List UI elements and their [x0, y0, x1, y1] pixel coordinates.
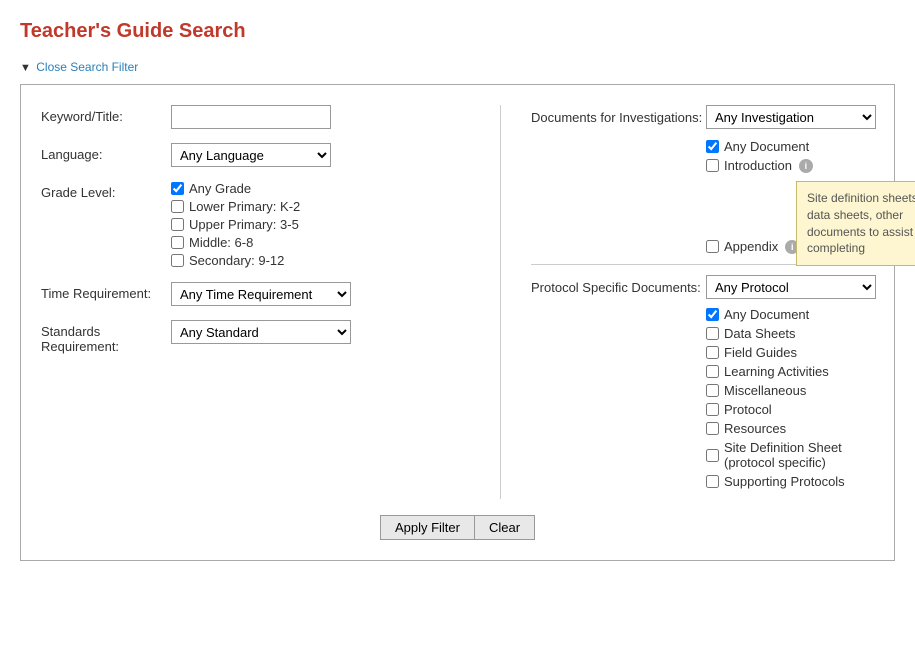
- grade-any-text: Any Grade: [189, 181, 251, 196]
- tooltip-text: Site definition sheets, data sheets, oth…: [807, 191, 915, 255]
- investigation-select[interactable]: Any Investigation Investigation 1 Invest…: [706, 105, 876, 129]
- inv-introduction-checkbox[interactable]: [706, 159, 719, 172]
- standards-row: Standards Requirement: Any Standard NGSS…: [41, 320, 480, 354]
- investigation-label: Documents for Investigations:: [531, 110, 706, 125]
- grade-upper-label[interactable]: Upper Primary: 3-5: [171, 217, 480, 232]
- proto-supporting-text: Supporting Protocols: [724, 474, 845, 489]
- tooltip-box: Site definition sheets, data sheets, oth…: [796, 181, 915, 266]
- grade-row: Grade Level: Any Grade Lower Primary: K-…: [41, 181, 480, 268]
- time-select[interactable]: Any Time Requirement < 1 Hour 1-2 Hours …: [171, 282, 351, 306]
- proto-any-doc-label[interactable]: Any Document: [706, 307, 876, 322]
- inv-introduction-label[interactable]: Introduction i: [706, 158, 876, 173]
- protocol-docs: Any Document Data Sheets Field Guides Le…: [706, 307, 876, 489]
- proto-any-doc-text: Any Document: [724, 307, 809, 322]
- proto-resources-text: Resources: [724, 421, 786, 436]
- grade-control: Any Grade Lower Primary: K-2 Upper Prima…: [171, 181, 480, 268]
- filter-body: Keyword/Title: Language: Any Language En…: [41, 105, 874, 499]
- language-select[interactable]: Any Language English Spanish: [171, 143, 331, 167]
- proto-data-sheets-label[interactable]: Data Sheets: [706, 326, 876, 341]
- proto-supporting-checkbox[interactable]: [706, 475, 719, 488]
- filter-footer: Apply Filter Clear: [41, 515, 874, 540]
- proto-learning-activities-checkbox[interactable]: [706, 365, 719, 378]
- proto-site-def-checkbox[interactable]: [706, 449, 719, 462]
- investigation-row: Documents for Investigations: Any Invest…: [531, 105, 876, 129]
- proto-protocol-label[interactable]: Protocol: [706, 402, 876, 417]
- grade-any-label[interactable]: Any Grade: [171, 181, 480, 196]
- proto-data-sheets-checkbox[interactable]: [706, 327, 719, 340]
- standards-label: Standards Requirement:: [41, 320, 171, 354]
- grade-lower-label[interactable]: Lower Primary: K-2: [171, 199, 480, 214]
- close-filter-label: Close Search Filter: [36, 60, 138, 74]
- keyword-input[interactable]: [171, 105, 331, 129]
- grade-lower-text: Lower Primary: K-2: [189, 199, 300, 214]
- language-row: Language: Any Language English Spanish: [41, 143, 480, 167]
- investigation-docs: Any Document Introduction i Site definit…: [706, 139, 876, 254]
- grade-label: Grade Level:: [41, 181, 171, 200]
- language-control: Any Language English Spanish: [171, 143, 480, 167]
- keyword-control: [171, 105, 480, 129]
- apply-filter-button[interactable]: Apply Filter: [380, 515, 474, 540]
- language-label: Language:: [41, 143, 171, 162]
- proto-resources-checkbox[interactable]: [706, 422, 719, 435]
- protocol-row: Protocol Specific Documents: Any Protoco…: [531, 275, 876, 299]
- time-label: Time Requirement:: [41, 282, 171, 301]
- inv-introduction-text: Introduction: [724, 158, 792, 173]
- proto-site-def-label[interactable]: Site Definition Sheet (protocol specific…: [706, 440, 876, 470]
- grade-middle-label[interactable]: Middle: 6-8: [171, 235, 480, 250]
- proto-field-guides-label[interactable]: Field Guides: [706, 345, 876, 360]
- arrow-icon: ▼: [20, 62, 31, 74]
- proto-any-doc-checkbox[interactable]: [706, 308, 719, 321]
- protocol-select[interactable]: Any Protocol Protocol A Protocol B: [706, 275, 876, 299]
- inv-any-doc-label[interactable]: Any Document: [706, 139, 876, 154]
- grade-secondary-label[interactable]: Secondary: 9-12: [171, 253, 480, 268]
- proto-miscellaneous-checkbox[interactable]: [706, 384, 719, 397]
- proto-protocol-text: Protocol: [724, 402, 772, 417]
- grade-upper-checkbox[interactable]: [171, 218, 184, 231]
- grade-secondary-text: Secondary: 9-12: [189, 253, 284, 268]
- protocol-label: Protocol Specific Documents:: [531, 280, 706, 295]
- inv-appendix-checkbox[interactable]: [706, 240, 719, 253]
- right-column: Documents for Investigations: Any Invest…: [501, 105, 876, 499]
- inv-appendix-text: Appendix: [724, 239, 778, 254]
- standards-select[interactable]: Any Standard NGSS Common Core: [171, 320, 351, 344]
- proto-site-def-text: Site Definition Sheet (protocol specific…: [724, 440, 876, 470]
- proto-field-guides-text: Field Guides: [724, 345, 797, 360]
- time-control: Any Time Requirement < 1 Hour 1-2 Hours …: [171, 282, 480, 306]
- proto-miscellaneous-label[interactable]: Miscellaneous: [706, 383, 876, 398]
- time-row: Time Requirement: Any Time Requirement <…: [41, 282, 480, 306]
- clear-button[interactable]: Clear: [474, 515, 535, 540]
- standards-control: Any Standard NGSS Common Core: [171, 320, 480, 344]
- proto-learning-activities-label[interactable]: Learning Activities: [706, 364, 876, 379]
- filter-panel: Keyword/Title: Language: Any Language En…: [20, 84, 895, 561]
- proto-field-guides-checkbox[interactable]: [706, 346, 719, 359]
- proto-learning-activities-text: Learning Activities: [724, 364, 829, 379]
- grade-middle-checkbox[interactable]: [171, 236, 184, 249]
- left-column: Keyword/Title: Language: Any Language En…: [41, 105, 501, 499]
- grade-middle-text: Middle: 6-8: [189, 235, 253, 250]
- grade-any-checkbox[interactable]: [171, 182, 184, 195]
- keyword-label: Keyword/Title:: [41, 105, 171, 124]
- proto-protocol-checkbox[interactable]: [706, 403, 719, 416]
- grade-upper-text: Upper Primary: 3-5: [189, 217, 299, 232]
- keyword-row: Keyword/Title:: [41, 105, 480, 129]
- introduction-info-icon[interactable]: i: [799, 159, 813, 173]
- proto-supporting-label[interactable]: Supporting Protocols: [706, 474, 876, 489]
- grade-secondary-checkbox[interactable]: [171, 254, 184, 267]
- inv-any-doc-checkbox[interactable]: [706, 140, 719, 153]
- close-filter-link[interactable]: ▼ Close Search Filter: [20, 60, 138, 74]
- grade-lower-checkbox[interactable]: [171, 200, 184, 213]
- proto-data-sheets-text: Data Sheets: [724, 326, 796, 341]
- page-title: Teacher's Guide Search: [20, 20, 895, 43]
- proto-resources-label[interactable]: Resources: [706, 421, 876, 436]
- inv-any-doc-text: Any Document: [724, 139, 809, 154]
- proto-miscellaneous-text: Miscellaneous: [724, 383, 806, 398]
